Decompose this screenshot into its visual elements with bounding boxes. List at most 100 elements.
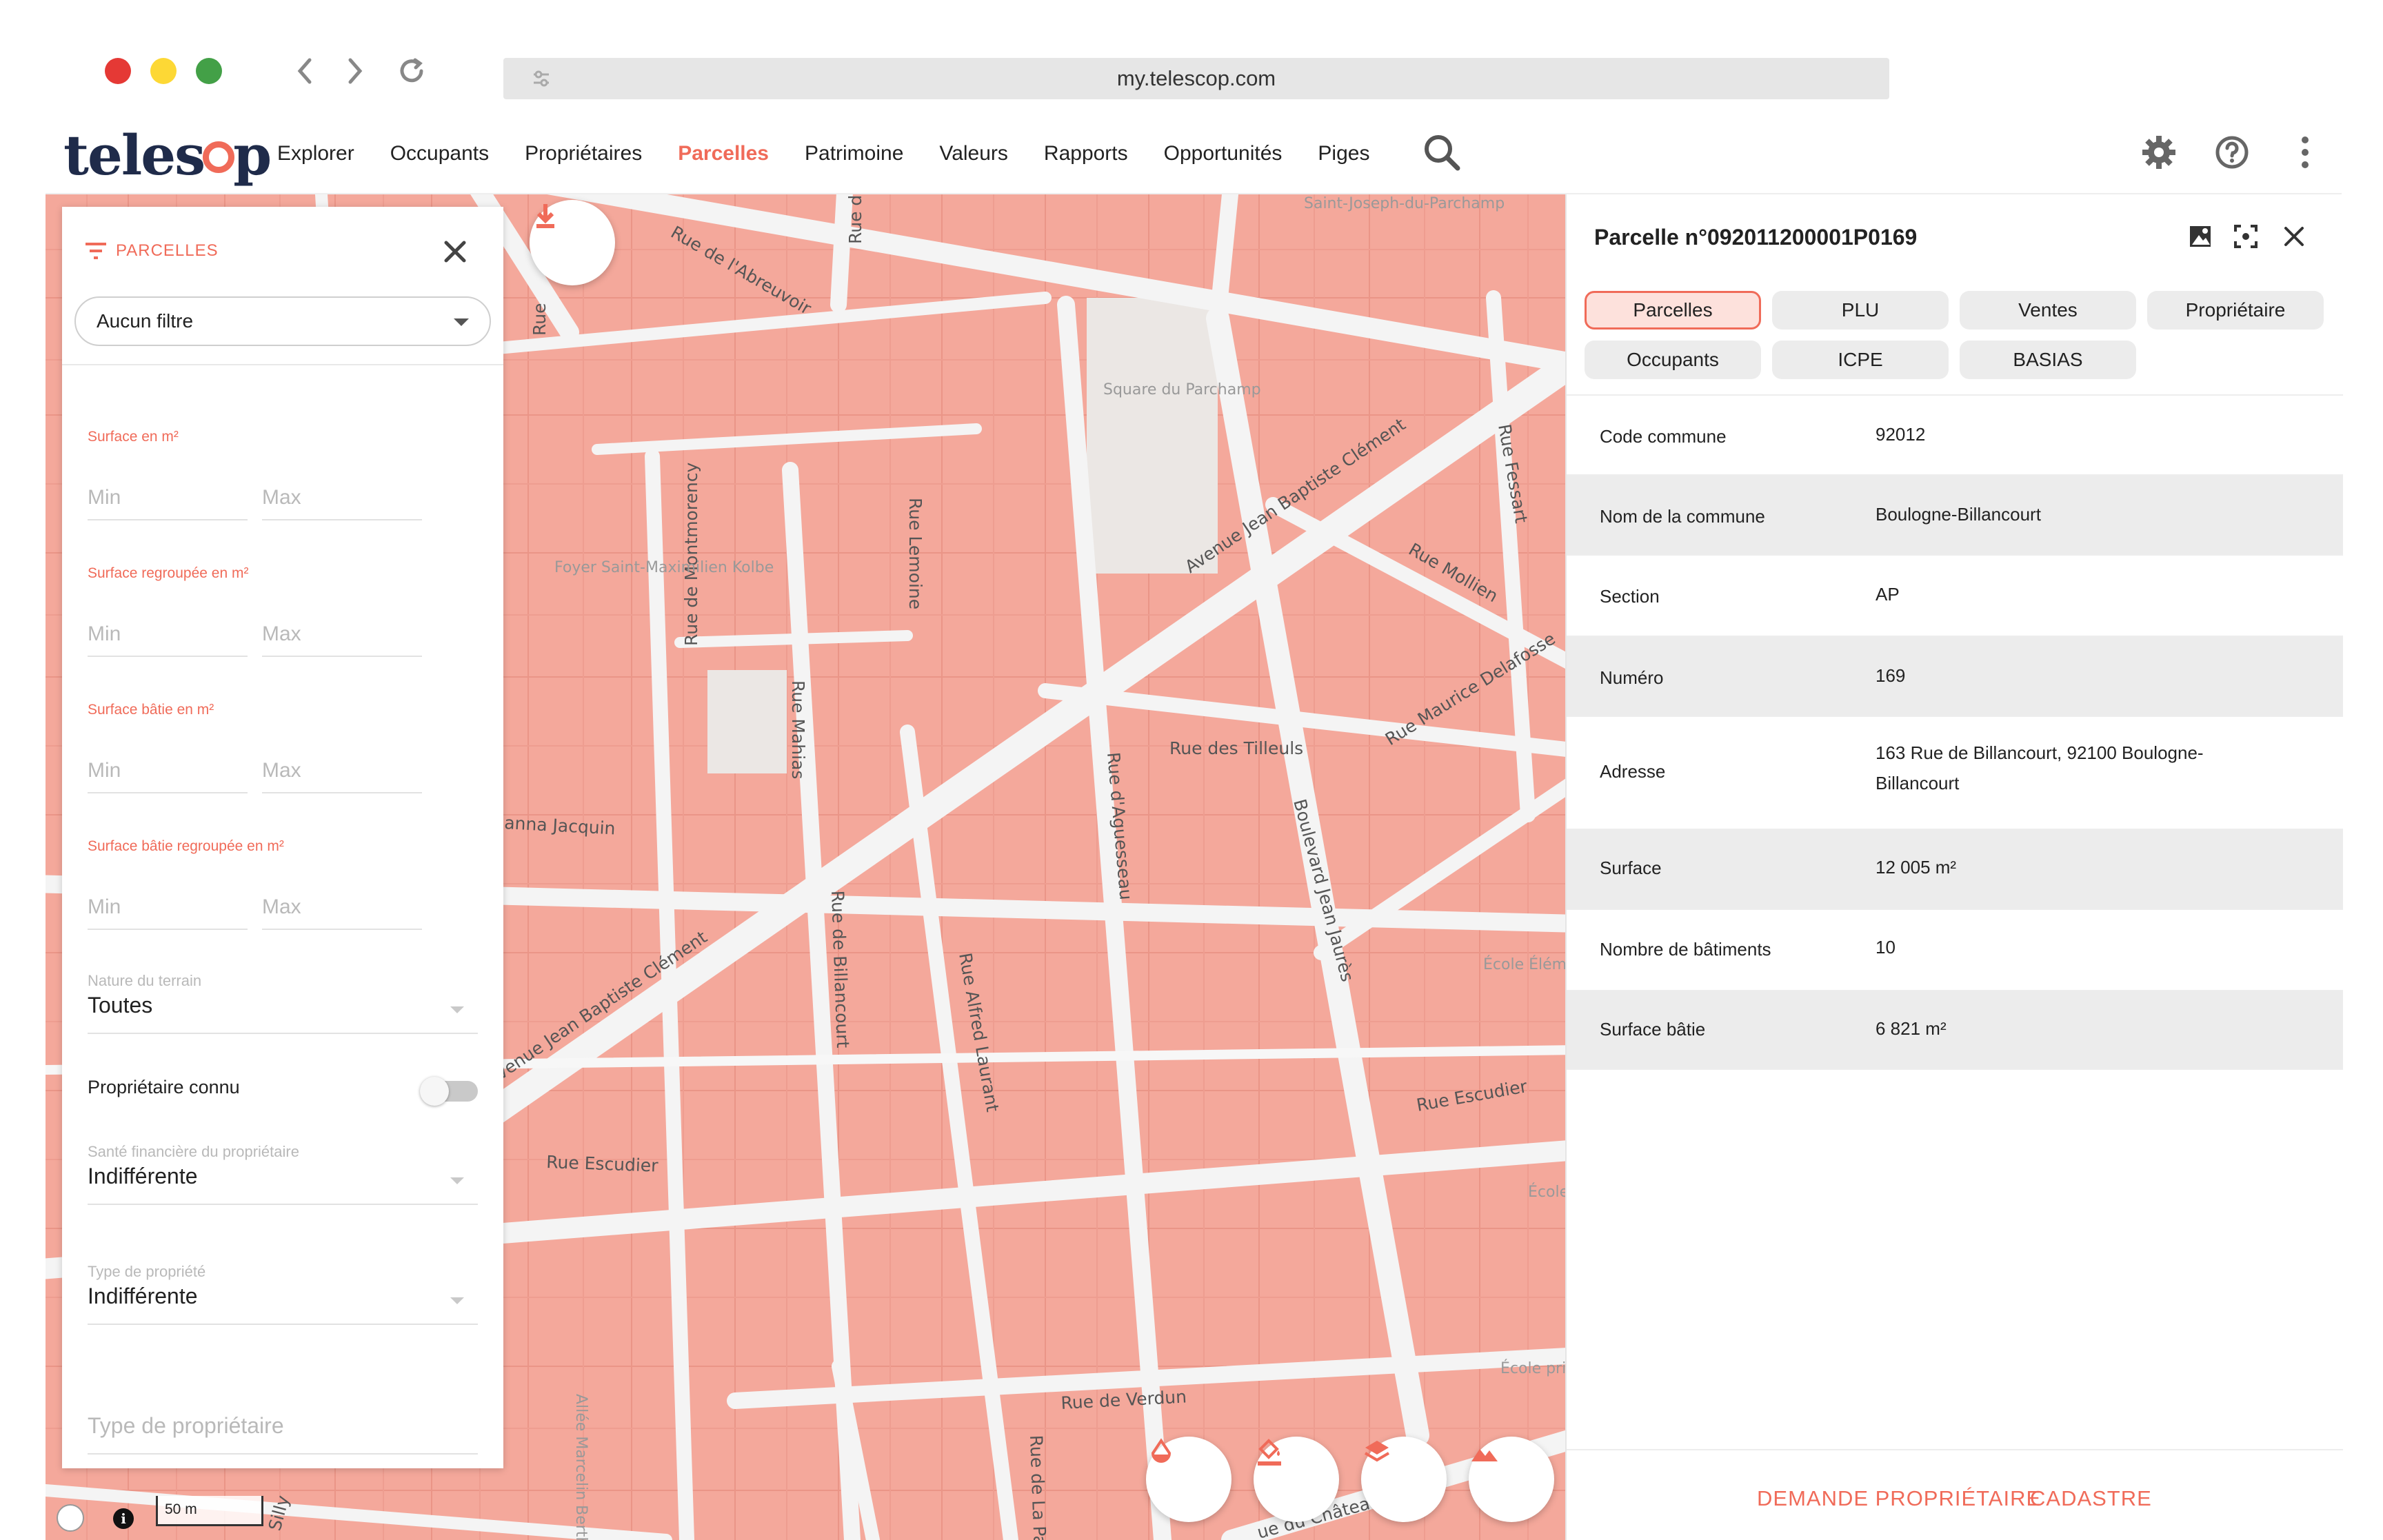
street-view-icon[interactable] — [2183, 219, 2218, 254]
poi-square-parchamp-text: Square du Parchamp — [1103, 381, 1261, 398]
filter-panel-title: PARCELLES — [116, 241, 219, 260]
poi-allee-berthelot: Allée Marcelin Berthelot — [572, 1394, 590, 1540]
minimize-window-dot[interactable] — [150, 58, 177, 84]
row-surface: Surface 12 005 m² — [1567, 829, 2343, 909]
owner-type-input[interactable]: Type de propriétaire — [88, 1413, 478, 1455]
row-code-commune: Code commune 92012 — [1567, 394, 2343, 474]
street-label-lemoine: Rue Lemoine — [905, 498, 925, 609]
main-menu: Explorer Occupants Propriétaires Parcell… — [277, 142, 1405, 165]
chevron-down-icon — [450, 1297, 464, 1304]
filter-panel-header: PARCELLES Aucun filtre — [62, 207, 503, 365]
tab-ventes[interactable]: Ventes — [1960, 291, 2136, 330]
row-value: 6 821 m² — [1876, 1018, 1947, 1039]
square-du-parchamp-area — [1087, 298, 1218, 574]
fill-color-button[interactable] — [1254, 1437, 1339, 1522]
menu-opportunites[interactable]: Opportunités — [1164, 142, 1283, 165]
menu-valeurs[interactable]: Valeurs — [939, 142, 1008, 165]
close-icon — [444, 241, 466, 263]
property-type-value: Indifférente — [88, 1284, 198, 1308]
poi-ecole-privee: École pri. privée S. Alexan — [1500, 1359, 1565, 1377]
owner-known-label: Propriétaire connu — [88, 1077, 240, 1097]
row-value: 92012 — [1876, 424, 1926, 445]
row-key: Surface — [1600, 858, 1662, 878]
surface-min-input[interactable]: Min — [88, 479, 248, 520]
row-value: AP — [1876, 584, 1900, 605]
terrain-icon — [1471, 1449, 1498, 1461]
maximize-window-dot[interactable] — [196, 58, 222, 84]
chevron-down-icon — [450, 1177, 464, 1184]
info-icon[interactable]: i — [113, 1508, 134, 1529]
surface-batie-regroupee-max-input[interactable]: Max — [262, 889, 422, 930]
row-value: Boulogne-Billancourt — [1876, 504, 2041, 525]
row-key: Adresse — [1600, 761, 1666, 782]
tab-parcelles[interactable]: Parcelles — [1585, 291, 1761, 330]
poi-saint-joseph: Saint-Joseph-du-Parchamp — [1304, 195, 1505, 212]
tab-icpe[interactable]: ICPE — [1772, 341, 1949, 379]
property-type-select[interactable]: Indifférente — [88, 1284, 478, 1325]
url-bar[interactable]: my.telescop.com — [503, 58, 1889, 99]
download-button[interactable] — [530, 200, 615, 285]
menu-explorer[interactable]: Explorer — [277, 142, 354, 165]
compass-icon[interactable] — [57, 1504, 84, 1532]
terrain-button[interactable] — [1469, 1437, 1554, 1522]
layers-icon — [1364, 1441, 1390, 1462]
menu-piges[interactable]: Piges — [1318, 142, 1369, 165]
owner-known-toggle[interactable] — [420, 1077, 478, 1106]
row-key: Nom de la commune — [1600, 506, 1765, 527]
row-surface-batie: Surface bâtie 6 821 m² — [1567, 990, 2343, 1070]
surface-max-input[interactable]: Max — [262, 479, 422, 520]
street-label-escudier-west: Rue Escudier — [546, 1152, 659, 1176]
chevron-down-icon — [450, 1006, 464, 1013]
menu-occupants[interactable]: Occupants — [390, 142, 489, 165]
row-key: Surface bâtie — [1600, 1019, 1706, 1040]
tab-proprietaire[interactable]: Propriétaire — [2147, 291, 2324, 330]
search-icon[interactable] — [1418, 128, 1466, 176]
layers-button[interactable] — [1361, 1437, 1447, 1522]
surface-batie-max-input[interactable]: Max — [262, 752, 422, 793]
surface-regroupee-max-input[interactable]: Max — [262, 616, 422, 657]
nature-terrain-select[interactable]: Toutes — [88, 993, 478, 1034]
menu-parcelles[interactable]: Parcelles — [678, 142, 769, 165]
row-key: Numéro — [1600, 667, 1664, 688]
tab-basias[interactable]: BASIAS — [1960, 341, 2136, 379]
health-select[interactable]: Indifférente — [88, 1164, 478, 1205]
menu-proprietaires[interactable]: Propriétaires — [525, 142, 642, 165]
forward-icon[interactable] — [336, 52, 374, 90]
surface-batie-regroupee-min-input[interactable]: Min — [88, 889, 248, 930]
row-value: 10 — [1876, 937, 1896, 958]
street-label-rue-fragment: Rue — [530, 303, 550, 336]
demande-proprietaire-link[interactable]: DEMANDE PROPRIÉTAIRE — [1757, 1486, 2041, 1511]
color-drop-button[interactable] — [1146, 1437, 1231, 1522]
street-label-mahias: Rue Mahias — [788, 680, 808, 779]
saved-filter-select[interactable]: Aucun filtre — [74, 296, 491, 346]
surface-batie-min-input[interactable]: Min — [88, 752, 248, 793]
filter-panel: PARCELLES Aucun filtre Surface en m² Min… — [62, 207, 503, 1468]
close-filter-button[interactable] — [438, 234, 472, 269]
tab-occupants[interactable]: Occupants — [1585, 341, 1761, 379]
close-window-dot[interactable] — [105, 58, 131, 84]
focus-icon[interactable] — [2229, 219, 2263, 254]
tab-plu[interactable]: PLU — [1772, 291, 1949, 330]
poi-ecole-fe: École m. Fe — [1528, 1183, 1565, 1201]
cadastre-link[interactable]: CADASTRE — [2030, 1486, 2152, 1511]
more-vertical-icon[interactable] — [2281, 128, 2329, 176]
map-scale: 50 m — [156, 1496, 263, 1526]
street-label-la-paix: Rue de La Paix — [1026, 1435, 1050, 1540]
filter-icon[interactable] — [84, 241, 108, 261]
back-icon[interactable] — [286, 52, 323, 90]
parcel-title: Parcelle n°092011200001P0169 — [1594, 225, 1918, 250]
reload-icon[interactable] — [393, 52, 430, 90]
menu-patrimoine[interactable]: Patrimoine — [805, 142, 903, 165]
telescop-logo[interactable]: teles p — [63, 123, 272, 188]
row-nom-commune: Nom de la commune Boulogne-Billancourt — [1567, 474, 2343, 554]
health-value: Indifférente — [88, 1164, 198, 1188]
close-detail-button[interactable] — [2277, 219, 2311, 254]
property-type-label: Type de propriété — [88, 1263, 206, 1280]
gear-icon[interactable] — [2135, 128, 2183, 176]
row-adresse: Adresse 163 Rue de Billancourt, 92100 Bo… — [1567, 716, 2343, 829]
help-icon[interactable] — [2208, 128, 2256, 176]
menu-rapports[interactable]: Rapports — [1044, 142, 1128, 165]
surface-regroupee-min-input[interactable]: Min — [88, 616, 248, 657]
site-settings-icon[interactable] — [531, 68, 552, 94]
toggle-knob — [420, 1077, 449, 1106]
